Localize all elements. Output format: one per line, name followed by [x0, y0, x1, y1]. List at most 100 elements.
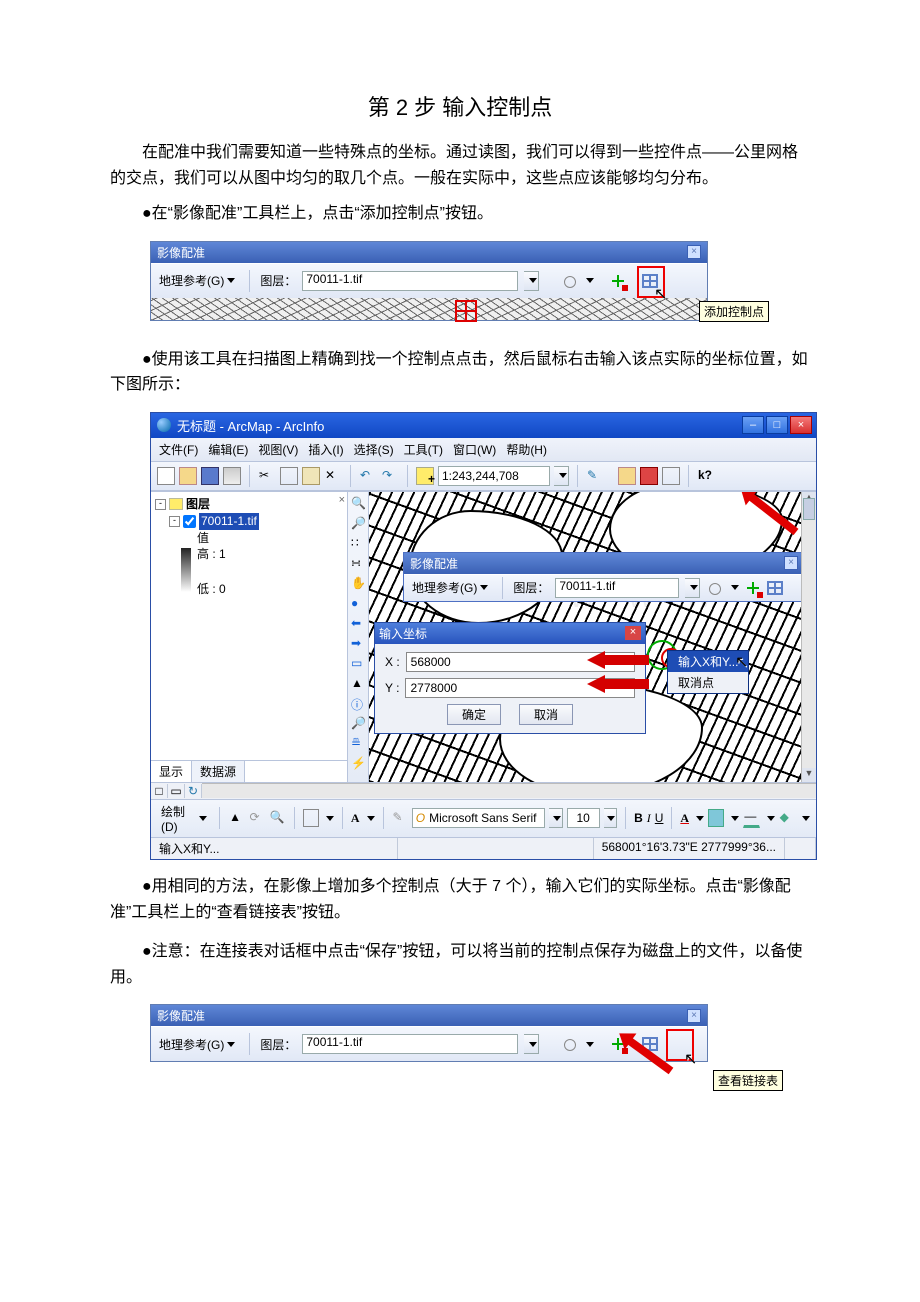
rectangle-icon[interactable]: [303, 809, 319, 827]
menu-insert[interactable]: 插入(I): [308, 441, 343, 458]
fixed-zoom-out-icon[interactable]: ∺: [351, 556, 365, 570]
hyperlink-icon[interactable]: ⚡: [351, 756, 365, 770]
menu-help[interactable]: 帮助(H): [506, 441, 547, 458]
toc-tab-display[interactable]: 显示: [151, 761, 192, 782]
fixed-zoom-in-icon[interactable]: ∷: [351, 536, 365, 550]
rotate-icon[interactable]: [561, 1036, 577, 1052]
toolbox-icon[interactable]: [640, 467, 658, 485]
marker-color-button[interactable]: ◆: [779, 809, 795, 827]
zoom-out-icon[interactable]: 🔎: [351, 516, 365, 530]
paste-icon[interactable]: [302, 467, 320, 485]
ok-button[interactable]: 确定: [447, 704, 501, 725]
back-extent-icon[interactable]: ⬅: [351, 616, 365, 630]
draw-menu-button[interactable]: 绘制(D): [157, 802, 211, 835]
font-name-dropdown[interactable]: [549, 808, 563, 828]
pan-icon[interactable]: ✋: [351, 576, 365, 590]
select-icon[interactable]: ▲: [228, 809, 244, 827]
editor-toolbar-icon[interactable]: ✎: [586, 467, 604, 485]
layer-dropdown-button[interactable]: [685, 578, 700, 598]
close-button[interactable]: ×: [790, 416, 812, 434]
scale-box[interactable]: 1:243,244,708: [438, 466, 550, 486]
menu-select[interactable]: 选择(S): [354, 441, 394, 458]
collapse-icon[interactable]: -: [155, 499, 166, 510]
zoom-in-icon[interactable]: 🔍: [351, 496, 365, 510]
add-control-point-button[interactable]: [745, 580, 761, 596]
add-data-icon[interactable]: +: [416, 467, 434, 485]
fill-color-button[interactable]: [708, 809, 724, 827]
font-color-button[interactable]: A: [680, 811, 689, 826]
menu-window[interactable]: 窗口(W): [453, 441, 496, 458]
menu-tools[interactable]: 工具(T): [404, 441, 443, 458]
measure-icon[interactable]: ≞: [351, 736, 365, 750]
open-icon[interactable]: [179, 467, 197, 485]
layer-select[interactable]: 70011-1.tif: [302, 271, 518, 291]
rotate-icon[interactable]: [706, 580, 722, 596]
toc-root[interactable]: 图层: [186, 496, 210, 513]
font-size-dropdown[interactable]: [604, 808, 618, 828]
italic-button[interactable]: I: [647, 811, 651, 826]
bold-button[interactable]: B: [634, 811, 643, 825]
select-features-icon[interactable]: ▭: [351, 656, 365, 670]
chevron-down-icon[interactable]: [731, 585, 739, 590]
identify-icon[interactable]: ⓘ: [351, 696, 365, 710]
catalog-icon[interactable]: [618, 467, 636, 485]
command-line-icon[interactable]: [662, 467, 680, 485]
georef-menu-button[interactable]: 地理参考(G): [408, 578, 492, 597]
rotate-icon[interactable]: ⟳: [248, 809, 264, 827]
font-name-select[interactable]: O Microsoft Sans Serif: [412, 808, 545, 828]
save-icon[interactable]: [201, 467, 219, 485]
redo-icon[interactable]: ↷: [381, 467, 399, 485]
georef-menu-button[interactable]: 地理参考(G): [155, 1035, 239, 1054]
map-view[interactable]: W W W 影像配准 × 地理参考(G) 图层： 70011-1.tif: [369, 492, 816, 782]
text-tool-icon[interactable]: A: [351, 811, 360, 826]
close-icon[interactable]: ×: [784, 556, 798, 570]
close-icon[interactable]: ×: [687, 1009, 701, 1023]
delete-icon[interactable]: ✕: [324, 467, 342, 485]
scale-dropdown[interactable]: [554, 466, 569, 486]
cancel-button[interactable]: 取消: [519, 704, 573, 725]
dialog-close-button[interactable]: ×: [625, 626, 641, 640]
data-view-button[interactable]: □: [151, 784, 168, 798]
chevron-down-icon[interactable]: [586, 1042, 594, 1047]
toc-close-icon[interactable]: ×: [339, 494, 345, 506]
minimize-button[interactable]: –: [742, 416, 764, 434]
rotate-icon[interactable]: [561, 273, 577, 289]
collapse-icon[interactable]: -: [169, 516, 180, 527]
vertical-scrollbar[interactable]: ▲ ▼: [801, 492, 816, 782]
print-icon[interactable]: [223, 467, 241, 485]
full-extent-icon[interactable]: ●: [351, 596, 365, 610]
zoom-icon[interactable]: 🔍: [269, 809, 286, 827]
arcmap-menu-bar[interactable]: 文件(F) 编辑(E) 视图(V) 插入(I) 选择(S) 工具(T) 窗口(W…: [151, 438, 816, 462]
new-icon[interactable]: [157, 467, 175, 485]
toc-tab-source[interactable]: 数据源: [192, 761, 245, 782]
menu-file[interactable]: 文件(F): [159, 441, 198, 458]
layer-visibility-checkbox[interactable]: [183, 515, 196, 528]
menu-view[interactable]: 视图(V): [258, 441, 298, 458]
forward-extent-icon[interactable]: ➡: [351, 636, 365, 650]
edit-vertices-icon[interactable]: ✎: [391, 809, 407, 827]
line-color-button[interactable]: —: [743, 808, 759, 828]
chevron-down-icon[interactable]: [586, 278, 594, 283]
layout-view-button[interactable]: ▭: [168, 784, 185, 798]
context-menu-cancel-point[interactable]: 取消点: [668, 672, 748, 693]
copy-icon[interactable]: [280, 467, 298, 485]
refresh-button[interactable]: ↻: [185, 784, 202, 798]
add-control-point-button[interactable]: [610, 273, 626, 289]
layer-select[interactable]: 70011-1.tif: [555, 578, 679, 598]
layer-dropdown-button[interactable]: [524, 1034, 539, 1054]
underline-button[interactable]: U: [655, 811, 664, 825]
georef-menu-button[interactable]: 地理参考(G): [155, 271, 239, 290]
cut-icon[interactable]: ✂: [258, 467, 276, 485]
view-link-table-button[interactable]: [767, 581, 783, 595]
maximize-button[interactable]: □: [766, 416, 788, 434]
layer-select[interactable]: 70011-1.tif: [302, 1034, 518, 1054]
menu-edit[interactable]: 编辑(E): [208, 441, 248, 458]
layer-dropdown-button[interactable]: [524, 271, 539, 291]
select-elements-icon[interactable]: ▲: [351, 676, 365, 690]
undo-icon[interactable]: ↶: [359, 467, 377, 485]
font-size-select[interactable]: 10: [567, 808, 600, 828]
horizontal-scrollbar[interactable]: [202, 783, 816, 798]
close-icon[interactable]: ×: [687, 245, 701, 259]
help-icon[interactable]: k?: [697, 467, 715, 485]
layer-name[interactable]: 70011-1.tif: [199, 513, 259, 530]
